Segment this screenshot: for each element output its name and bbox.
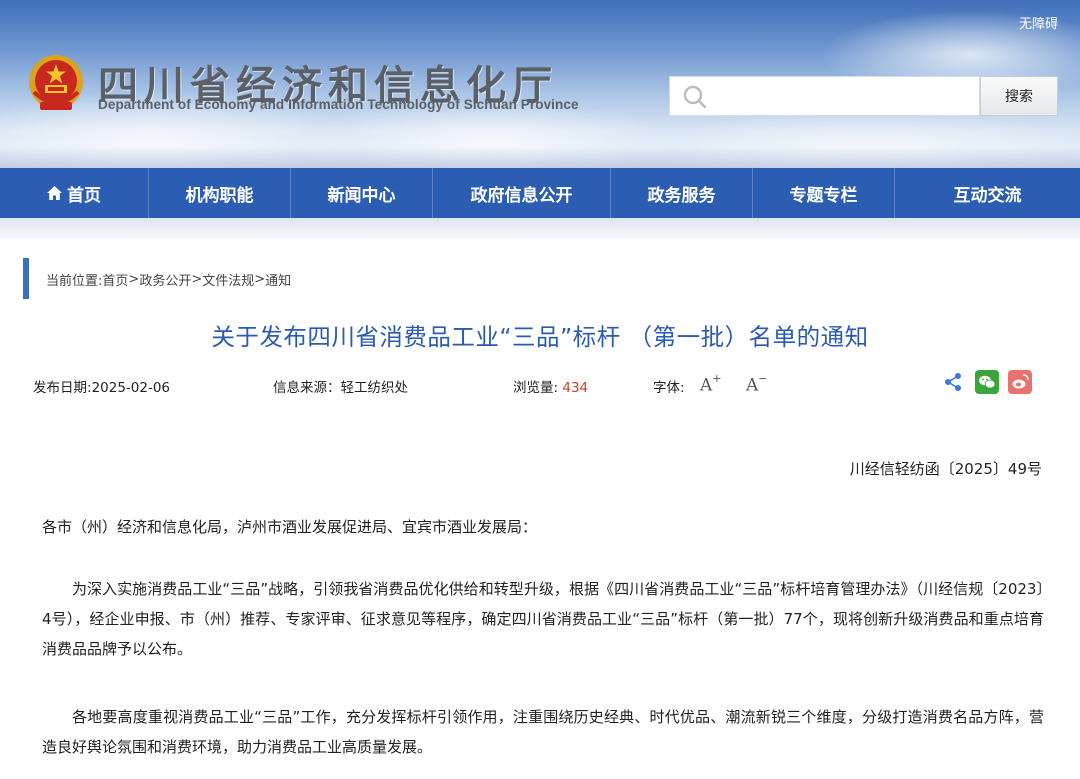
breadcrumb-separator: > xyxy=(191,272,203,287)
nav-item-functions[interactable]: 机构职能 xyxy=(149,168,291,218)
wechat-logo-icon xyxy=(979,375,996,389)
addressee: 各市（州）经济和信息化局，泸州市酒业发展促进局、宜宾市酒业发展局： xyxy=(42,518,538,536)
font-decrease-button[interactable]: A− xyxy=(746,372,768,396)
nav-item-topics[interactable]: 专题专栏 xyxy=(753,168,895,218)
publish-date-value: 2025-02-06 xyxy=(91,380,171,396)
search-icon xyxy=(683,85,707,109)
font-decrease-glyph: A xyxy=(746,375,759,396)
header-banner: 无障碍 四川省经济和信息化厅 Department of Economy and… xyxy=(0,0,1080,168)
weibo-logo-icon xyxy=(1012,374,1029,389)
body-paragraph: 为深入实施消费品工业“三品”战略，引领我省消费品优化供给和转型升级，根据《四川省… xyxy=(42,580,1044,658)
search-button[interactable]: 搜索 xyxy=(980,76,1058,116)
font-increase-glyph: A xyxy=(700,375,713,396)
breadcrumb-item-regulations[interactable]: 文件法规 xyxy=(202,270,254,289)
breadcrumb-prefix: 当前位置: xyxy=(46,274,103,289)
nav-item-services[interactable]: 政务服务 xyxy=(611,168,753,218)
weibo-share-icon[interactable] xyxy=(1008,370,1032,394)
wechat-share-icon[interactable] xyxy=(975,370,999,394)
main-nav: 首页 机构职能 新闻中心 政府信息公开 政务服务 专题专栏 互动交流 xyxy=(0,168,1080,218)
breadcrumb-marker xyxy=(23,258,29,299)
view-count-label: 浏览量: xyxy=(513,380,559,396)
national-emblem-icon xyxy=(29,55,83,110)
breadcrumb-item-notices[interactable]: 通知 xyxy=(265,270,291,289)
info-source-value: 轻工纺织处 xyxy=(340,380,409,396)
nav-item-gov-info[interactable]: 政府信息公开 xyxy=(433,168,611,218)
search-input[interactable] xyxy=(669,76,980,116)
breadcrumb-separator: > xyxy=(128,272,140,287)
body-paragraph: 各地要高度重视消费品工业“三品”工作，充分发挥标杆引领作用，注重围绕历史经典、时… xyxy=(42,708,1044,756)
breadcrumb-item-gov-affairs[interactable]: 政务公开 xyxy=(139,270,191,289)
minus-icon: − xyxy=(758,372,768,385)
nav-item-news[interactable]: 新闻中心 xyxy=(291,168,433,218)
breadcrumb: 当前位置: 首页 > 政务公开 > 文件法规 > 通知 xyxy=(46,270,291,289)
site-subtitle: Department of Economy and Information Te… xyxy=(98,97,579,112)
font-size-label: 字体: xyxy=(653,380,685,396)
nav-item-interaction[interactable]: 互动交流 xyxy=(895,168,1080,218)
font-increase-button[interactable]: A+ xyxy=(700,372,722,396)
info-source-label: 信息来源： xyxy=(273,380,341,396)
view-count-value: 434 xyxy=(562,380,589,396)
banner-band xyxy=(0,146,1080,168)
accessibility-link[interactable]: 无障碍 xyxy=(1019,13,1058,32)
breadcrumb-item-home[interactable]: 首页 xyxy=(102,270,128,289)
nav-item-label: 首页 xyxy=(67,185,101,206)
article-title: 关于发布四川省消费品工业“三品”标杆 （第一批）名单的通知 xyxy=(211,323,869,351)
nav-item-home[interactable]: 首页 xyxy=(0,168,149,218)
breadcrumb-separator: > xyxy=(254,272,266,287)
publish-date: 发布日期:2025-02-06 xyxy=(33,376,170,396)
plus-icon: + xyxy=(712,372,722,385)
info-source: 信息来源：轻工纺织处 xyxy=(273,376,408,396)
nav-shadow-band xyxy=(0,218,1080,238)
view-count: 浏览量: 434 xyxy=(513,376,588,396)
share-icon[interactable] xyxy=(943,372,963,392)
home-icon xyxy=(47,186,62,200)
document-number: 川经信轻纺函〔2025〕49号 xyxy=(849,460,1042,478)
publish-date-label: 发布日期: xyxy=(33,380,92,396)
